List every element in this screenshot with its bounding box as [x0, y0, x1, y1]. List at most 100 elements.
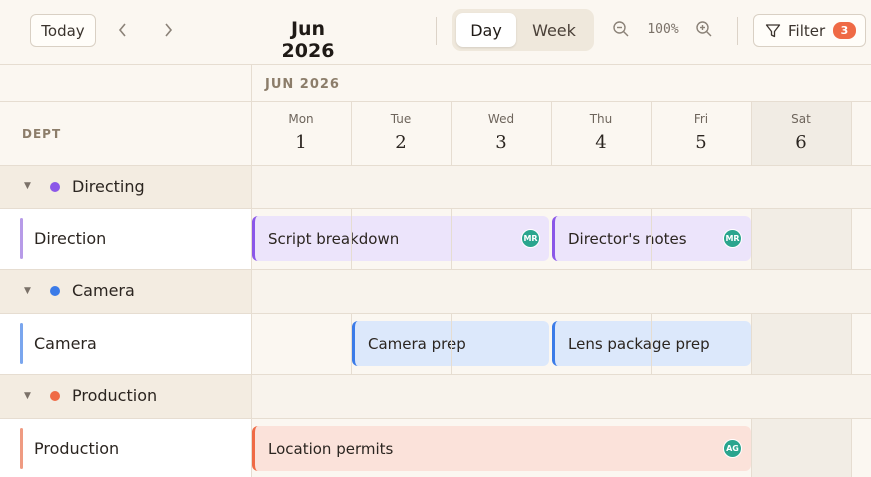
- event-label: Location permits: [268, 440, 394, 458]
- grid-line: [351, 313, 352, 374]
- group-row-fill: [251, 269, 871, 313]
- grid-line: [0, 165, 871, 166]
- chevron-left-icon[interactable]: [113, 18, 133, 42]
- dept-row-header: Production: [0, 418, 251, 477]
- dept-row-header: Camera: [0, 313, 251, 374]
- group-color-dot: [50, 182, 60, 192]
- chevron-down-icon[interactable]: ▼: [24, 286, 34, 296]
- dept-row-header: Direction: [0, 208, 251, 269]
- toolbar-divider: [436, 17, 437, 45]
- weekend-cell: [751, 313, 851, 374]
- filter-label: Filter: [788, 22, 826, 40]
- view-week-button[interactable]: Week: [518, 13, 590, 47]
- event-location-permits[interactable]: Location permits AG: [252, 426, 751, 471]
- grid-line: [851, 418, 852, 477]
- grid-line: [0, 418, 871, 419]
- grid-line: [751, 418, 752, 477]
- dept-color-bar: [20, 323, 23, 364]
- chevron-down-icon[interactable]: ▼: [24, 391, 34, 401]
- day-header-wed: Wed 3: [451, 102, 551, 165]
- day-header-fri: Fri 5: [651, 102, 751, 165]
- grid-line: [0, 374, 871, 375]
- day-header-sat: Sat 6: [751, 102, 851, 165]
- avatar: MR: [521, 229, 540, 248]
- toolbar-divider: [737, 17, 738, 45]
- day-number: 2: [395, 132, 407, 153]
- filter-icon: [765, 23, 781, 39]
- grid-line: [551, 102, 552, 165]
- month-label: JUN 2026: [265, 77, 340, 92]
- day-number: 1: [295, 132, 307, 153]
- grid-line: [0, 208, 871, 209]
- grid-line: [0, 313, 871, 314]
- grid-line: [851, 208, 852, 269]
- dept-row-camera: Camera Camera prep Lens package prep: [0, 313, 871, 374]
- day-number: 5: [695, 132, 707, 153]
- day-name: Thu: [589, 112, 613, 126]
- day-number: 3: [495, 132, 507, 153]
- zoom-level: 100%: [647, 22, 679, 37]
- group-color-dot: [50, 391, 60, 401]
- dept-column-header: DEPT: [22, 127, 62, 141]
- grid-line: [451, 313, 452, 374]
- dept-row-label: Camera: [34, 334, 97, 353]
- zoom-out-icon[interactable]: [612, 20, 630, 38]
- event-script-breakdown[interactable]: Script breakdown MR: [252, 216, 549, 261]
- grid-line: [451, 102, 452, 165]
- day-name: Mon: [288, 112, 314, 126]
- grid-line: [651, 208, 652, 269]
- weekend-cell: [751, 418, 851, 477]
- grid-line: [451, 208, 452, 269]
- day-name: Sat: [791, 112, 811, 126]
- event-label: Script breakdown: [268, 230, 400, 248]
- chevron-down-icon[interactable]: ▼: [24, 181, 34, 191]
- month-strip: JUN 2026: [251, 65, 871, 102]
- day-header-thu: Thu 4: [551, 102, 651, 165]
- day-number: 6: [795, 132, 807, 153]
- group-label: Camera: [72, 281, 135, 300]
- group-label: Directing: [72, 177, 145, 196]
- avatar: AG: [723, 439, 742, 458]
- group-row-fill: [251, 374, 871, 418]
- view-toggle: Day Week: [452, 9, 594, 51]
- weekend-cell: [751, 208, 851, 269]
- grid-line: [751, 208, 752, 269]
- event-label: Lens package prep: [568, 335, 710, 353]
- dept-row-direction: Direction Script breakdown MR Director's…: [0, 208, 871, 269]
- grid-line: [651, 313, 652, 374]
- dept-row-label: Production: [34, 439, 120, 458]
- grid-line: [651, 102, 652, 165]
- dept-row-production: Production Location permits AG: [0, 418, 871, 477]
- today-button[interactable]: Today: [30, 14, 96, 47]
- grid-line: [251, 65, 252, 477]
- day-number: 4: [595, 132, 607, 153]
- month-title: Jun 2026: [281, 18, 335, 62]
- group-row-production[interactable]: ▼ Production: [0, 374, 871, 418]
- group-color-dot: [50, 286, 60, 296]
- grid-line: [851, 313, 852, 374]
- toolbar: Today Jun 2026 Day Week 100% Filter 3: [0, 0, 871, 64]
- group-label: Production: [72, 386, 158, 405]
- grid-line: [351, 102, 352, 165]
- filter-button[interactable]: Filter 3: [753, 14, 866, 47]
- day-name: Tue: [390, 112, 412, 126]
- day-header-mon: Mon 1: [251, 102, 351, 165]
- event-label: Director's notes: [568, 230, 687, 248]
- grid-line: [751, 102, 752, 165]
- zoom-in-icon[interactable]: [695, 20, 713, 38]
- group-row-directing[interactable]: ▼ Directing: [0, 165, 871, 208]
- day-name: Wed: [487, 112, 515, 126]
- grid-line: [0, 101, 871, 102]
- schedule-grid: JUN 2026 DEPT Mon 1 Tue 2 Wed 3 Thu 4 Fr…: [0, 64, 871, 477]
- avatar: MR: [723, 229, 742, 248]
- chevron-right-icon[interactable]: [158, 18, 178, 42]
- day-header-tue: Tue 2: [351, 102, 451, 165]
- grid-line: [0, 269, 871, 270]
- view-day-button[interactable]: Day: [456, 13, 516, 47]
- group-row-camera[interactable]: ▼ Camera: [0, 269, 871, 313]
- group-row-fill: [251, 165, 871, 208]
- dept-row-label: Direction: [34, 229, 107, 248]
- filter-count-badge: 3: [833, 22, 856, 39]
- day-name: Fri: [693, 112, 709, 126]
- grid-line: [351, 208, 352, 269]
